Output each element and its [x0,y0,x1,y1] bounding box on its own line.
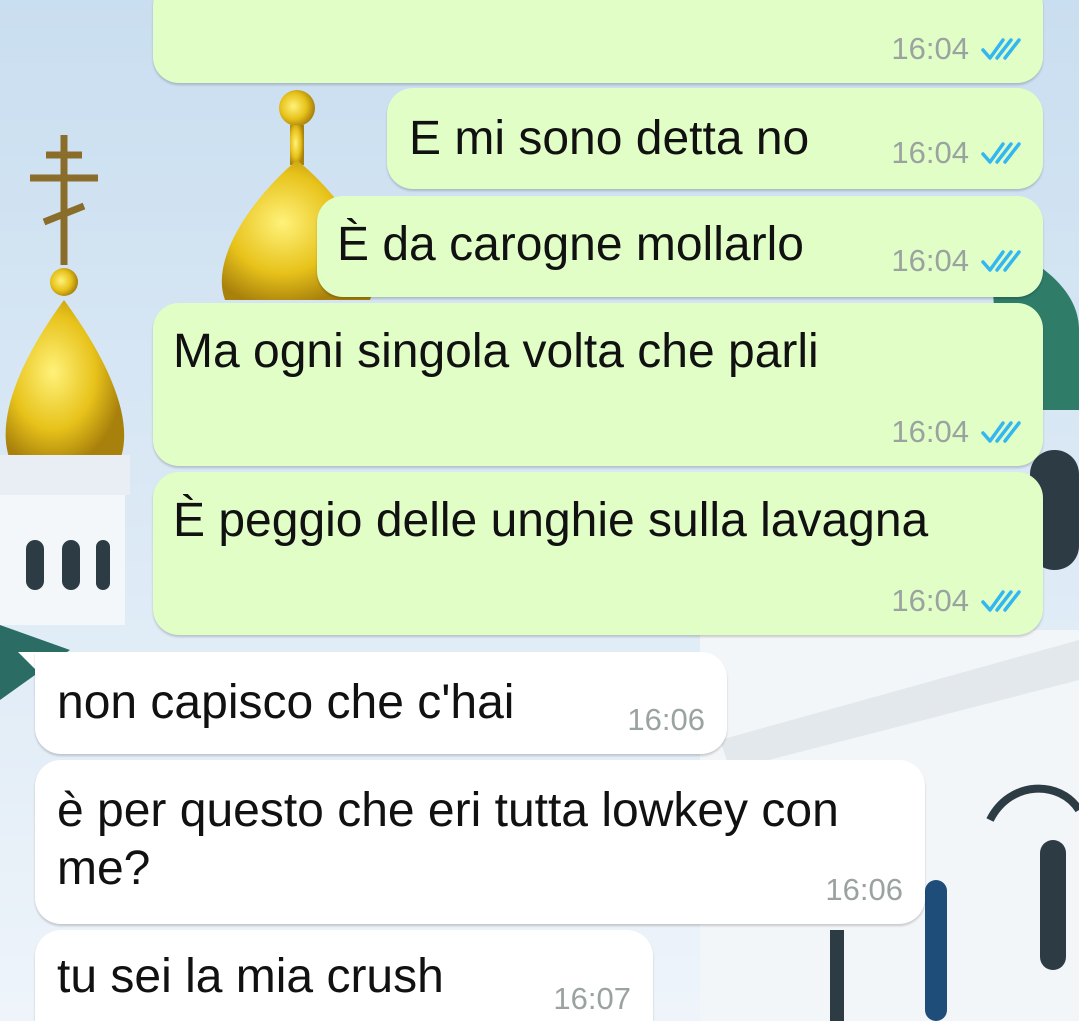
message-text: E mi sono detta no [409,112,810,165]
message-meta: 16:04 [891,135,1021,171]
outgoing-message[interactable]: E mi sono detta no 16:04 [387,88,1043,189]
message-meta: 16:04 [891,583,1021,619]
message-text: Ma ogni singola volta che parli [173,325,819,378]
message-meta: 16:07 [553,981,631,1017]
message-list[interactable]: 16:04 E mi sono detta no 16:04 È da caro… [0,0,1079,1021]
message-text: è per questo che eri tutta lowkey con me… [57,784,839,895]
incoming-message[interactable]: tu sei la mia crush 16:07 [35,930,653,1021]
double-check-icon [981,142,1021,164]
double-check-icon [981,421,1021,443]
message-meta: 16:06 [627,702,705,738]
message-time: 16:04 [891,135,969,170]
message-meta: 16:04 [891,243,1021,279]
incoming-message[interactable]: è per questo che eri tutta lowkey con me… [35,760,925,924]
incoming-message[interactable]: non capisco che c'hai 16:06 [35,652,727,754]
message-time: 16:04 [891,583,969,618]
double-check-icon [981,590,1021,612]
double-check-icon [981,38,1021,60]
message-text: È da carogne mollarlo [337,218,804,271]
message-text: tu sei la mia crush [57,950,444,1003]
message-time: 16:04 [891,414,969,449]
message-meta: 16:04 [891,414,1021,450]
message-meta: 16:04 [891,31,1021,67]
message-time: 16:06 [627,702,705,737]
message-time: 16:07 [553,981,631,1016]
outgoing-message[interactable]: Ma ogni singola volta che parli 16:04 [153,303,1043,466]
message-text: È peggio delle unghie sulla lavagna [173,494,929,547]
double-check-icon [981,250,1021,272]
message-text: non capisco che c'hai [57,676,515,729]
outgoing-message[interactable]: È peggio delle unghie sulla lavagna 16:0… [153,472,1043,635]
message-time: 16:04 [891,243,969,278]
message-time: 16:06 [825,872,903,907]
outgoing-message[interactable]: È da carogne mollarlo 16:04 [317,196,1043,297]
message-time: 16:04 [891,31,969,66]
outgoing-message[interactable]: 16:04 [153,0,1043,83]
message-meta: 16:06 [825,872,903,908]
